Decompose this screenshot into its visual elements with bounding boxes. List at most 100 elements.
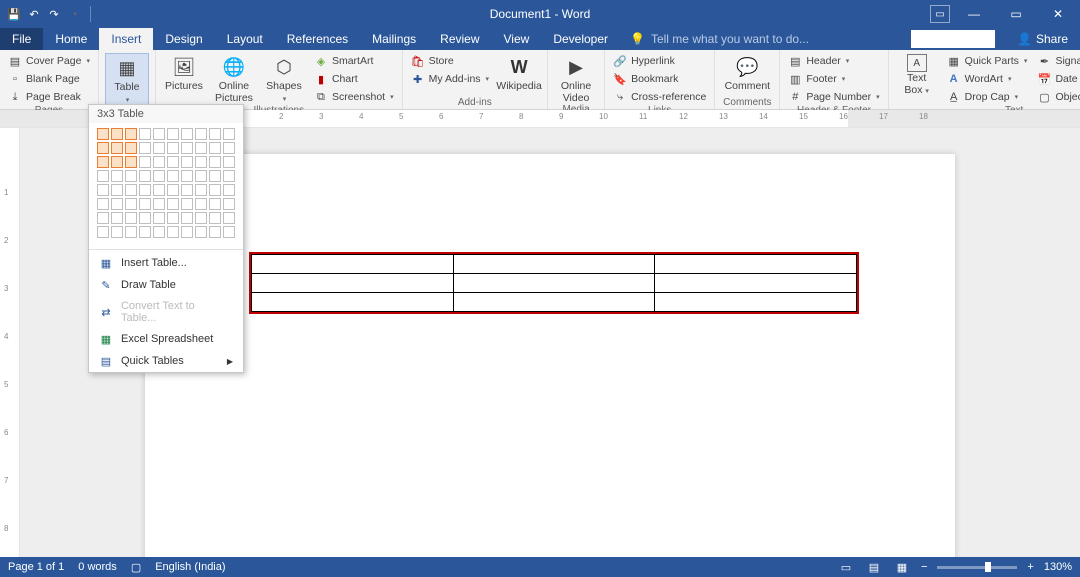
- grid-cell[interactable]: [167, 142, 179, 154]
- grid-cell[interactable]: [223, 184, 235, 196]
- grid-cell[interactable]: [153, 226, 165, 238]
- qat-more-icon[interactable]: ▾: [67, 6, 83, 22]
- grid-cell[interactable]: [111, 156, 123, 168]
- grid-cell[interactable]: [223, 156, 235, 168]
- grid-cell[interactable]: [167, 226, 179, 238]
- bookmark-button[interactable]: 🔖Bookmark: [611, 71, 708, 87]
- tab-home[interactable]: Home: [43, 28, 99, 50]
- grid-cell[interactable]: [125, 142, 137, 154]
- grid-cell[interactable]: [167, 198, 179, 210]
- grid-cell[interactable]: [195, 212, 207, 224]
- grid-cell[interactable]: [125, 212, 137, 224]
- shapes-button[interactable]: ⬡Shapes▾: [262, 53, 306, 104]
- grid-cell[interactable]: [181, 128, 193, 140]
- grid-cell[interactable]: [223, 198, 235, 210]
- grid-cell[interactable]: [111, 212, 123, 224]
- cross-reference-button[interactable]: ⤷Cross-reference: [611, 89, 708, 105]
- header-button[interactable]: ▤Header▾: [786, 53, 881, 69]
- tab-view[interactable]: View: [492, 28, 542, 50]
- pictures-button[interactable]: 🖼Pictures: [162, 53, 206, 93]
- grid-cell[interactable]: [139, 142, 151, 154]
- object-button[interactable]: ▢Object▾: [1035, 89, 1080, 105]
- table-cell[interactable]: [453, 293, 655, 312]
- drop-cap-button[interactable]: A̲Drop Cap▾: [945, 89, 1030, 105]
- grid-cell[interactable]: [223, 142, 235, 154]
- page-number-button[interactable]: #Page Number▾: [786, 89, 881, 105]
- grid-cell[interactable]: [209, 212, 221, 224]
- document-page[interactable]: [145, 154, 955, 557]
- grid-cell[interactable]: [153, 170, 165, 182]
- grid-cell[interactable]: [195, 226, 207, 238]
- comment-button[interactable]: 💬Comment: [721, 53, 773, 93]
- grid-cell[interactable]: [97, 212, 109, 224]
- tab-review[interactable]: Review: [428, 28, 491, 50]
- page-break-button[interactable]: ⤓Page Break: [6, 89, 92, 105]
- grid-cell[interactable]: [125, 170, 137, 182]
- undo-icon[interactable]: ↶: [26, 6, 42, 22]
- table-cell[interactable]: [252, 255, 454, 274]
- grid-cell[interactable]: [209, 142, 221, 154]
- excel-spreadsheet-item[interactable]: ▦Excel Spreadsheet: [89, 328, 243, 350]
- grid-cell[interactable]: [195, 184, 207, 196]
- zoom-out-button[interactable]: −: [921, 561, 927, 573]
- smartart-button[interactable]: ◈SmartArt: [312, 53, 396, 69]
- table-grid-picker[interactable]: [89, 123, 243, 247]
- table-button[interactable]: ▦ Table▾: [105, 53, 149, 106]
- my-addins-button[interactable]: ✚My Add-ins▾: [409, 71, 491, 87]
- search-input[interactable]: [911, 30, 995, 48]
- grid-cell[interactable]: [111, 142, 123, 154]
- grid-cell[interactable]: [97, 142, 109, 154]
- grid-cell[interactable]: [167, 184, 179, 196]
- grid-cell[interactable]: [223, 212, 235, 224]
- print-layout-button[interactable]: ▤: [865, 560, 883, 574]
- redo-icon[interactable]: ↷: [46, 6, 62, 22]
- text-box-button[interactable]: AText Box ▾: [895, 53, 939, 96]
- grid-cell[interactable]: [97, 198, 109, 210]
- vertical-ruler[interactable]: 12345678: [0, 128, 20, 557]
- grid-cell[interactable]: [97, 128, 109, 140]
- grid-cell[interactable]: [167, 212, 179, 224]
- grid-cell[interactable]: [139, 170, 151, 182]
- grid-cell[interactable]: [97, 226, 109, 238]
- online-video-button[interactable]: ▶Online Video: [554, 53, 598, 104]
- wikipedia-button[interactable]: WWikipedia: [497, 53, 541, 93]
- grid-cell[interactable]: [167, 128, 179, 140]
- grid-cell[interactable]: [153, 128, 165, 140]
- table-cell[interactable]: [655, 255, 857, 274]
- minimize-button[interactable]: ―: [956, 2, 992, 26]
- grid-cell[interactable]: [153, 184, 165, 196]
- table-cell[interactable]: [252, 274, 454, 293]
- grid-cell[interactable]: [181, 170, 193, 182]
- grid-cell[interactable]: [223, 226, 235, 238]
- grid-cell[interactable]: [111, 198, 123, 210]
- grid-cell[interactable]: [139, 226, 151, 238]
- grid-cell[interactable]: [167, 170, 179, 182]
- grid-cell[interactable]: [97, 156, 109, 168]
- quick-tables-item[interactable]: ▤Quick Tables▶: [89, 350, 243, 372]
- grid-cell[interactable]: [181, 156, 193, 168]
- grid-cell[interactable]: [181, 226, 193, 238]
- grid-cell[interactable]: [139, 212, 151, 224]
- table-cell[interactable]: [453, 274, 655, 293]
- table-cell[interactable]: [655, 274, 857, 293]
- insert-table-item[interactable]: ▦Insert Table...: [89, 252, 243, 274]
- grid-cell[interactable]: [181, 198, 193, 210]
- share-button[interactable]: 👤 Share: [1005, 28, 1080, 50]
- grid-cell[interactable]: [223, 128, 235, 140]
- blank-page-button[interactable]: ▫Blank Page: [6, 71, 92, 87]
- grid-cell[interactable]: [139, 156, 151, 168]
- tab-references[interactable]: References: [275, 28, 360, 50]
- grid-cell[interactable]: [97, 184, 109, 196]
- tab-insert[interactable]: Insert: [99, 28, 153, 50]
- table-cell[interactable]: [453, 255, 655, 274]
- grid-cell[interactable]: [153, 198, 165, 210]
- grid-cell[interactable]: [209, 198, 221, 210]
- cover-page-button[interactable]: ▤Cover Page▾: [6, 53, 92, 69]
- save-icon[interactable]: 💾: [6, 6, 22, 22]
- ribbon-options-icon[interactable]: ▭: [930, 5, 950, 23]
- tab-developer[interactable]: Developer: [541, 28, 620, 50]
- tab-layout[interactable]: Layout: [215, 28, 275, 50]
- grid-cell[interactable]: [125, 226, 137, 238]
- wordart-button[interactable]: AWordArt▾: [945, 71, 1030, 87]
- close-button[interactable]: ✕: [1040, 2, 1076, 26]
